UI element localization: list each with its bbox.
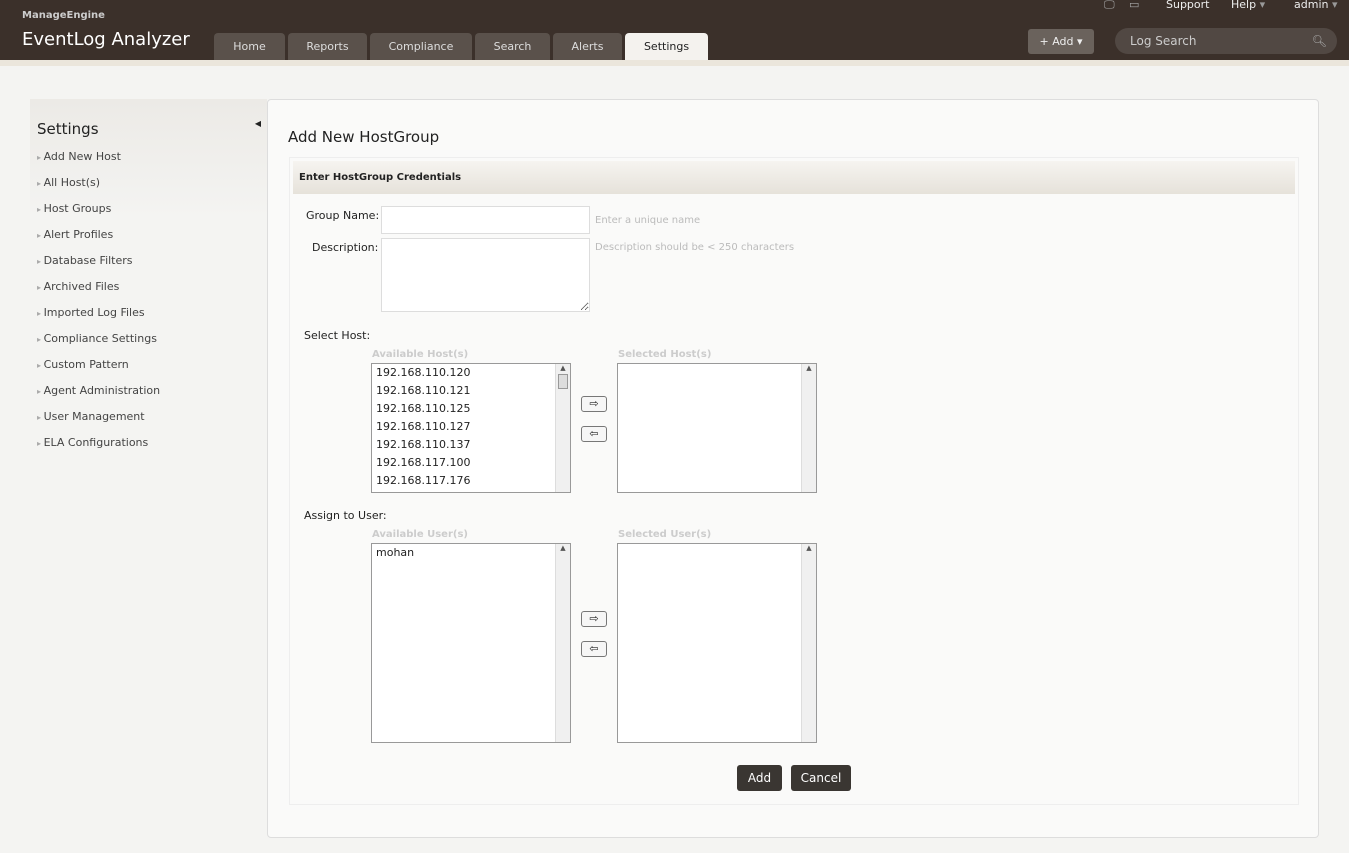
tab-compliance[interactable]: Compliance (370, 33, 472, 60)
selected-users-list[interactable]: ▲ (617, 543, 817, 743)
move-right-arrow-icon[interactable]: ⇨ (581, 396, 607, 412)
add-button[interactable]: + Add ▾ (1028, 29, 1094, 54)
scrollbar[interactable]: ▲ (555, 364, 570, 492)
tab-search[interactable]: Search (475, 33, 550, 60)
section-header: Enter HostGroup Credentials (293, 161, 1295, 194)
sidebar-item-agent-administration[interactable]: Agent Administration (37, 384, 161, 397)
sidebar-item-imported-log-files[interactable]: Imported Log Files (37, 306, 145, 319)
form-box: Enter HostGroup Credentials Group Name: … (289, 157, 1299, 805)
user-label: admin (1294, 0, 1329, 11)
selected-hosts-label: Selected Host(s) (618, 349, 712, 360)
assign-user-label: Assign to User: (304, 509, 387, 522)
sidebar-item-host-groups[interactable]: Host Groups (37, 202, 112, 215)
scrollbar[interactable]: ▲ (801, 544, 816, 742)
select-host-label: Select Host: (304, 329, 371, 342)
list-item[interactable]: 192.168.110.127 (372, 418, 570, 436)
description-textarea[interactable] (381, 238, 590, 312)
sidebar-title: Settings (37, 120, 99, 138)
selected-hosts-list[interactable]: ▲ (617, 363, 817, 493)
scrollbar[interactable]: ▲ (801, 364, 816, 492)
list-item[interactable]: 192.168.110.121 (372, 382, 570, 400)
available-users-list[interactable]: mohan ▲ (371, 543, 571, 743)
sidebar-item-archived-files[interactable]: Archived Files (37, 280, 120, 293)
list-item[interactable]: 192.168.110.120 (372, 364, 570, 382)
move-right-arrow-icon[interactable]: ⇨ (581, 611, 607, 627)
brand-logo: ManageEngine (22, 10, 105, 21)
help-menu[interactable]: Help ▾ (1231, 0, 1265, 11)
sidebar-item-user-management[interactable]: User Management (37, 410, 145, 423)
search-icon[interactable]: 🔍︎ (1312, 28, 1327, 54)
sidebar-item-compliance-settings[interactable]: Compliance Settings (37, 332, 157, 345)
search-placeholder: Log Search (1130, 34, 1197, 48)
log-search-input[interactable]: Log Search 🔍︎ (1115, 28, 1337, 54)
tab-alerts[interactable]: Alerts (553, 33, 622, 60)
page-title: Add New HostGroup (288, 128, 440, 146)
log-icon[interactable]: ▭ (1129, 0, 1139, 11)
scrollbar[interactable]: ▲ (555, 544, 570, 742)
user-menu[interactable]: admin ▾ (1294, 0, 1338, 11)
list-item[interactable]: 192.168.117.176 (372, 472, 570, 490)
list-item[interactable]: mohan (372, 544, 570, 562)
sidebar-item-all-hosts[interactable]: All Host(s) (37, 176, 101, 189)
collapse-icon[interactable]: ◀ (255, 119, 261, 128)
move-left-arrow-icon[interactable]: ⇦ (581, 641, 607, 657)
group-name-input[interactable] (381, 206, 590, 234)
selected-users-label: Selected User(s) (618, 529, 712, 540)
support-link[interactable]: Support (1166, 0, 1209, 11)
main-panel: Add New HostGroup Enter HostGroup Creden… (267, 99, 1319, 838)
sidebar-item-database-filters[interactable]: Database Filters (37, 254, 133, 267)
sidebar-item-alert-profiles[interactable]: Alert Profiles (37, 228, 114, 241)
available-hosts-list[interactable]: 192.168.110.120 192.168.110.121 192.168.… (371, 363, 571, 493)
add-submit-button[interactable]: Add (737, 765, 782, 791)
list-item[interactable]: 192.168.117.100 (372, 454, 570, 472)
description-hint: Description should be < 250 characters (595, 242, 795, 253)
available-hosts-label: Available Host(s) (372, 349, 469, 360)
tab-reports[interactable]: Reports (288, 33, 367, 60)
tab-settings[interactable]: Settings (625, 33, 708, 60)
sidebar-item-add-new-host[interactable]: Add New Host (37, 150, 121, 163)
sidebar: Settings ◀ Add New Host All Host(s) Host… (30, 99, 267, 499)
sidebar-item-custom-pattern[interactable]: Custom Pattern (37, 358, 129, 371)
tab-home[interactable]: Home (214, 33, 285, 60)
header-strip (0, 60, 1349, 66)
group-name-hint: Enter a unique name (595, 215, 701, 226)
description-label: Description: (312, 241, 379, 254)
cancel-button[interactable]: Cancel (791, 765, 851, 791)
product-name: EventLog Analyzer (22, 29, 190, 50)
chevron-down-icon: ▾ (1331, 0, 1338, 11)
list-item[interactable]: 192.168.110.137 (372, 436, 570, 454)
chevron-down-icon: ▾ (1259, 0, 1266, 11)
group-name-label: Group Name: (306, 209, 380, 222)
list-item[interactable]: 192.168.110.125 (372, 400, 570, 418)
move-left-arrow-icon[interactable]: ⇦ (581, 426, 607, 442)
available-users-label: Available User(s) (372, 529, 468, 540)
top-header: ManageEngine EventLog Analyzer Home Repo… (0, 0, 1349, 60)
monitor-icon[interactable]: 🖵 (1104, 0, 1115, 12)
help-label: Help (1231, 0, 1257, 11)
sidebar-item-ela-configurations[interactable]: ELA Configurations (37, 436, 149, 449)
